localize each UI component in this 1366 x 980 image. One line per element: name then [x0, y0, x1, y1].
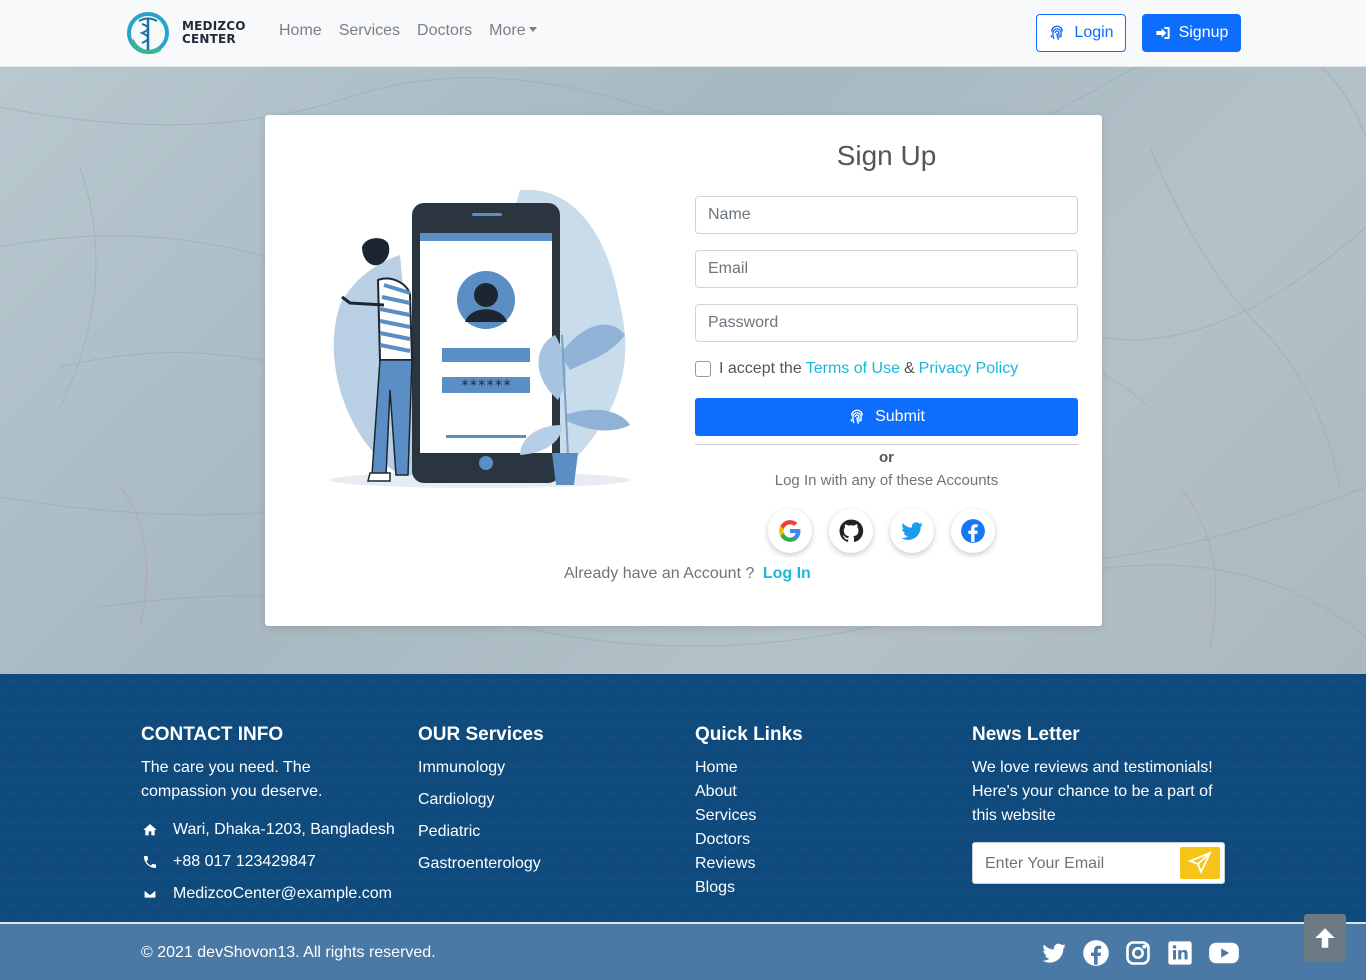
newsletter-send-button[interactable] [1180, 847, 1220, 879]
facebook-icon [961, 519, 985, 543]
fingerprint-icon [1050, 25, 1064, 41]
privacy-policy-link[interactable]: Privacy Policy [919, 360, 1019, 378]
name-input[interactable]: Name [695, 196, 1078, 234]
twitter-icon [901, 522, 923, 540]
signup-button[interactable]: Signup [1142, 14, 1241, 52]
contact-address-text: Wari, Dhaka-1203, Bangladesh [173, 821, 395, 838]
terms-ampersand: & [903, 360, 915, 377]
service-link-gastroenterology[interactable]: Gastroenterology [418, 848, 544, 880]
services-title: OUR Services [418, 724, 544, 745]
login-button[interactable]: Login [1036, 14, 1126, 52]
newsletter-email-input[interactable]: Enter Your Email [972, 842, 1225, 884]
submit-button-label: Submit [875, 408, 925, 425]
nav-link-home[interactable]: Home [279, 22, 322, 40]
quick-link-home[interactable]: Home [695, 756, 803, 780]
password-input-placeholder: Password [708, 314, 779, 331]
terms-checkbox[interactable] [695, 361, 711, 377]
footer-social-links [1040, 939, 1254, 967]
login-with-text: Log In with any of these Accounts [774, 472, 999, 489]
quick-link-reviews[interactable]: Reviews [695, 852, 803, 876]
paper-plane-icon [1188, 851, 1212, 875]
already-account-row: Already have an Account ? Log In [564, 565, 811, 583]
already-account-text: Already have an Account ? [564, 565, 755, 582]
contact-email-text: MedizcoCenter@example.com [173, 885, 392, 902]
footer: CONTACT INFO The care you need. The comp… [0, 674, 1366, 922]
contact-phone-text: +88 017 123429847 [173, 853, 316, 870]
scroll-to-top-button[interactable] [1304, 914, 1346, 962]
signup-button-label: Signup [1178, 24, 1229, 41]
contact-address: Wari, Dhaka-1203, Bangladesh [141, 818, 401, 842]
arrow-up-icon [1315, 928, 1335, 948]
contact-tagline: The care you need. The compassion you de… [141, 759, 323, 800]
github-login-button[interactable] [829, 509, 873, 553]
footer-newsletter: News Letter We love reviews and testimon… [972, 724, 1222, 828]
youtube-icon[interactable] [1208, 939, 1240, 967]
linkedin-icon[interactable] [1166, 939, 1194, 967]
home-icon [143, 824, 157, 836]
envelope-icon [143, 889, 157, 899]
brand-name: MEDIZCO CENTER [182, 20, 246, 46]
sign-in-icon [1155, 27, 1170, 39]
facebook-icon[interactable] [1082, 939, 1110, 967]
password-input[interactable]: Password [695, 304, 1078, 342]
service-link-cardiology[interactable]: Cardiology [418, 784, 544, 816]
social-login-buttons [768, 509, 1012, 553]
twitter-icon[interactable] [1040, 939, 1068, 967]
quick-link-doctors[interactable]: Doctors [695, 828, 803, 852]
terms-of-use-link[interactable]: Terms of Use [806, 360, 900, 378]
nav-link-services[interactable]: Services [339, 22, 400, 40]
login-link[interactable]: Log In [763, 565, 811, 582]
footer-contact: CONTACT INFO The care you need. The comp… [141, 724, 401, 906]
signup-title: Sign Up [836, 140, 937, 171]
quick-link-about[interactable]: About [695, 780, 803, 804]
phone-icon [144, 856, 156, 868]
contact-title: CONTACT INFO [141, 724, 284, 745]
twitter-login-button[interactable] [890, 509, 934, 553]
contact-email: MedizcoCenter@example.com [141, 882, 401, 906]
navbar: MEDIZCO CENTER Home Services Doctors Mor… [0, 0, 1366, 67]
newsletter-title: News Letter [972, 724, 1080, 745]
footer-bottom-bar: © 2021 devShovon13. All rights reserved. [0, 922, 1366, 980]
brand-logo[interactable]: MEDIZCO CENTER [124, 12, 254, 54]
facebook-login-button[interactable] [951, 509, 995, 553]
google-login-button[interactable] [768, 509, 812, 553]
login-button-label: Login [1074, 24, 1114, 41]
service-link-pediatric[interactable]: Pediatric [418, 816, 544, 848]
or-label: or [879, 449, 894, 466]
newsletter-text: We love reviews and testimonials! Here's… [972, 759, 1213, 824]
contact-phone: +88 017 123429847 [141, 850, 401, 874]
nav-link-doctors[interactable]: Doctors [417, 22, 472, 40]
footer-services: OUR Services Immunology Cardiology Pedia… [418, 724, 544, 880]
submit-button[interactable]: Submit [695, 398, 1078, 436]
quick-link-blogs[interactable]: Blogs [695, 876, 803, 900]
terms-prefix: I accept the [719, 360, 802, 377]
service-link-immunology[interactable]: Immunology [418, 752, 544, 784]
copyright-text: © 2021 devShovon13. All rights reserved. [141, 944, 436, 961]
name-input-placeholder: Name [708, 206, 751, 223]
divider [695, 444, 1078, 445]
instagram-icon[interactable] [1124, 939, 1152, 967]
newsletter-email-placeholder: Enter Your Email [985, 855, 1105, 872]
brand-name-line2: CENTER [182, 32, 236, 46]
email-input-placeholder: Email [708, 260, 749, 277]
terms-row: I accept the Terms of Use & Privacy Poli… [695, 360, 1022, 378]
google-icon [779, 520, 801, 542]
illustration-password-text: ****** [461, 378, 512, 394]
caduceus-logo-icon [127, 12, 169, 54]
fingerprint-icon [850, 409, 864, 425]
quick-link-services[interactable]: Services [695, 804, 803, 828]
github-icon [839, 519, 864, 542]
nav-links: Home Services Doctors More [279, 22, 554, 40]
email-input[interactable]: Email [695, 250, 1078, 288]
quick-links-title: Quick Links [695, 724, 803, 745]
signup-illustration: ****** [330, 189, 630, 488]
nav-dropdown-more[interactable]: More [489, 22, 536, 40]
footer-quick-links: Quick Links Home About Services Doctors … [695, 724, 803, 900]
